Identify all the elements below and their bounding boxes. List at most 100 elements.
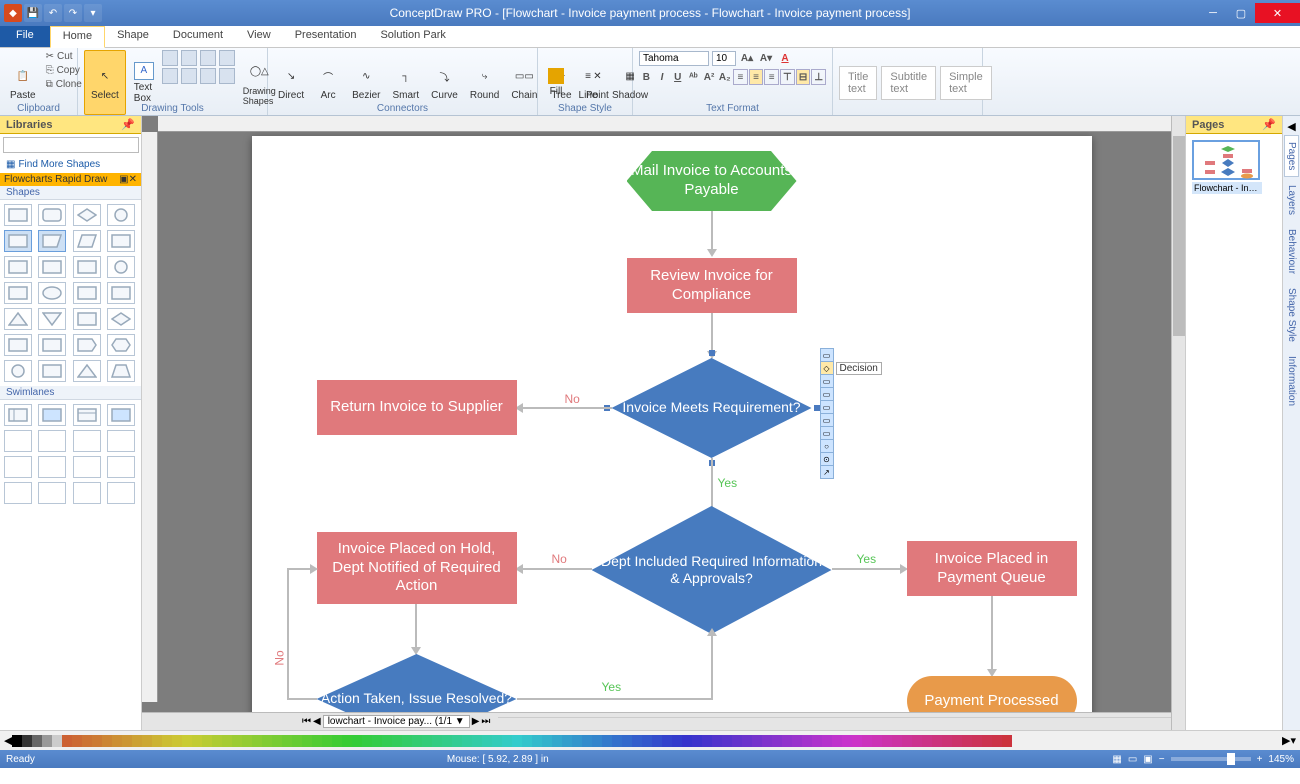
superscript-button[interactable]: A² <box>702 69 717 85</box>
color-swatch[interactable] <box>942 735 952 747</box>
color-swatch[interactable] <box>532 735 542 747</box>
color-swatch[interactable] <box>82 735 92 747</box>
color-swatch[interactable] <box>782 735 792 747</box>
color-swatch[interactable] <box>762 735 772 747</box>
qat-redo-icon[interactable]: ↷ <box>64 4 82 22</box>
tab-solution-park[interactable]: Solution Park <box>368 26 457 47</box>
shape-shape24[interactable] <box>107 334 135 356</box>
shape-shape21[interactable] <box>4 334 32 356</box>
color-swatch[interactable] <box>602 735 612 747</box>
color-swatch[interactable] <box>52 735 62 747</box>
color-swatch[interactable] <box>992 735 1002 747</box>
shape-shape7[interactable] <box>73 230 101 252</box>
color-swatch[interactable] <box>22 735 32 747</box>
align-right-icon[interactable]: ≡ <box>764 69 779 85</box>
color-swatch[interactable] <box>522 735 532 747</box>
sidetab-pages[interactable]: Pages <box>1284 135 1299 177</box>
swimlane-5[interactable] <box>4 430 32 452</box>
shape-shape9[interactable] <box>4 256 32 278</box>
color-swatch[interactable] <box>252 735 262 747</box>
tab-shape[interactable]: Shape <box>105 26 161 47</box>
color-swatch[interactable] <box>572 735 582 747</box>
tab-nav-next[interactable]: ▶ <box>472 716 480 727</box>
pin-icon[interactable]: 📌 <box>121 118 135 131</box>
align-center-icon[interactable]: ≡ <box>749 69 764 85</box>
color-swatch[interactable] <box>192 735 202 747</box>
shape-shape15[interactable] <box>73 282 101 304</box>
color-swatch[interactable] <box>962 735 972 747</box>
swimlane-7[interactable] <box>73 430 101 452</box>
color-swatch[interactable] <box>442 735 452 747</box>
swimlane-12[interactable] <box>107 456 135 478</box>
drawing-page[interactable]: Mail Invoice to Accounts Payable Review … <box>252 136 1092 712</box>
polygon-tool-icon[interactable] <box>181 68 197 84</box>
sidetab-info[interactable]: Information <box>1285 350 1298 412</box>
swimlane-3[interactable] <box>73 404 101 426</box>
tab-document[interactable]: Document <box>161 26 235 47</box>
tab-view[interactable]: View <box>235 26 283 47</box>
color-swatch[interactable] <box>112 735 122 747</box>
color-swatch[interactable] <box>982 735 992 747</box>
swimlane-10[interactable] <box>38 456 66 478</box>
swimlane-2[interactable] <box>38 404 66 426</box>
file-menu[interactable]: File <box>0 26 50 47</box>
color-swatch[interactable] <box>352 735 362 747</box>
fontsize-select[interactable]: 10 <box>712 51 736 66</box>
shape-shape10[interactable] <box>38 256 66 278</box>
tab-nav-last[interactable]: ⏭ <box>481 716 490 727</box>
zoom-out[interactable]: − <box>1159 754 1165 765</box>
color-swatch[interactable] <box>382 735 392 747</box>
sidetab-shapestyle[interactable]: Shape Style <box>1285 282 1298 348</box>
expand-icon[interactable]: ◀ <box>1287 120 1295 133</box>
shape-diamond[interactable] <box>73 204 101 226</box>
sel-opt-4[interactable]: ▭ <box>820 387 834 401</box>
sel-opt-7[interactable]: ▭ <box>820 426 834 440</box>
color-swatch[interactable] <box>362 735 372 747</box>
color-swatch[interactable] <box>172 735 182 747</box>
sel-opt-9[interactable]: ⊙ <box>820 452 834 466</box>
tab-nav-prev[interactable]: ◀ <box>313 716 321 727</box>
color-swatch[interactable] <box>182 735 192 747</box>
zoom-slider[interactable] <box>1171 757 1251 761</box>
sel-opt-5[interactable]: ▭ <box>820 400 834 414</box>
color-swatch[interactable] <box>612 735 622 747</box>
find-more-shapes-link[interactable]: ▦Find More Shapes <box>0 156 141 173</box>
color-swatch[interactable] <box>622 735 632 747</box>
shape-shape12[interactable] <box>107 256 135 278</box>
color-swatch[interactable] <box>882 735 892 747</box>
sel-opt-3[interactable]: ▭ <box>820 374 834 388</box>
horizontal-scrollbar[interactable] <box>498 717 1185 727</box>
zoom-in[interactable]: + <box>1257 754 1263 765</box>
node-action-taken[interactable]: Action Taken, Issue Resolved? <box>317 654 517 712</box>
sel-opt-6[interactable]: ▭ <box>820 413 834 427</box>
color-swatch[interactable] <box>312 735 322 747</box>
subtitle-text-style[interactable]: Subtitle text <box>881 66 936 100</box>
color-swatch[interactable] <box>512 735 522 747</box>
color-swatch[interactable] <box>832 735 842 747</box>
color-swatch[interactable] <box>542 735 552 747</box>
sel-opt-1[interactable]: ▭ <box>820 348 834 362</box>
color-swatch[interactable] <box>862 735 872 747</box>
sidetab-behaviour[interactable]: Behaviour <box>1285 223 1298 280</box>
shape-shape6[interactable] <box>38 230 66 252</box>
palette-next[interactable]: ▶ <box>1282 734 1290 747</box>
ellipse-tool-icon[interactable] <box>162 68 178 84</box>
font-select[interactable]: Tahoma <box>639 51 709 66</box>
swimlanes-group-header[interactable]: Swimlanes <box>0 386 141 400</box>
minimize-button[interactable]: ─ <box>1199 3 1227 23</box>
color-swatch[interactable] <box>392 735 402 747</box>
color-swatch[interactable] <box>12 735 22 747</box>
color-swatch[interactable] <box>842 735 852 747</box>
shape-shape5[interactable] <box>4 230 32 252</box>
color-swatch[interactable] <box>792 735 802 747</box>
shape-shape23[interactable] <box>73 334 101 356</box>
shape-shape20[interactable] <box>107 308 135 330</box>
color-swatch[interactable] <box>462 735 472 747</box>
color-swatch[interactable] <box>722 735 732 747</box>
color-swatch[interactable] <box>562 735 572 747</box>
color-swatch[interactable] <box>302 735 312 747</box>
color-swatch[interactable] <box>122 735 132 747</box>
color-swatch[interactable] <box>262 735 272 747</box>
color-swatch[interactable] <box>62 735 72 747</box>
selection-handle[interactable] <box>709 350 715 356</box>
